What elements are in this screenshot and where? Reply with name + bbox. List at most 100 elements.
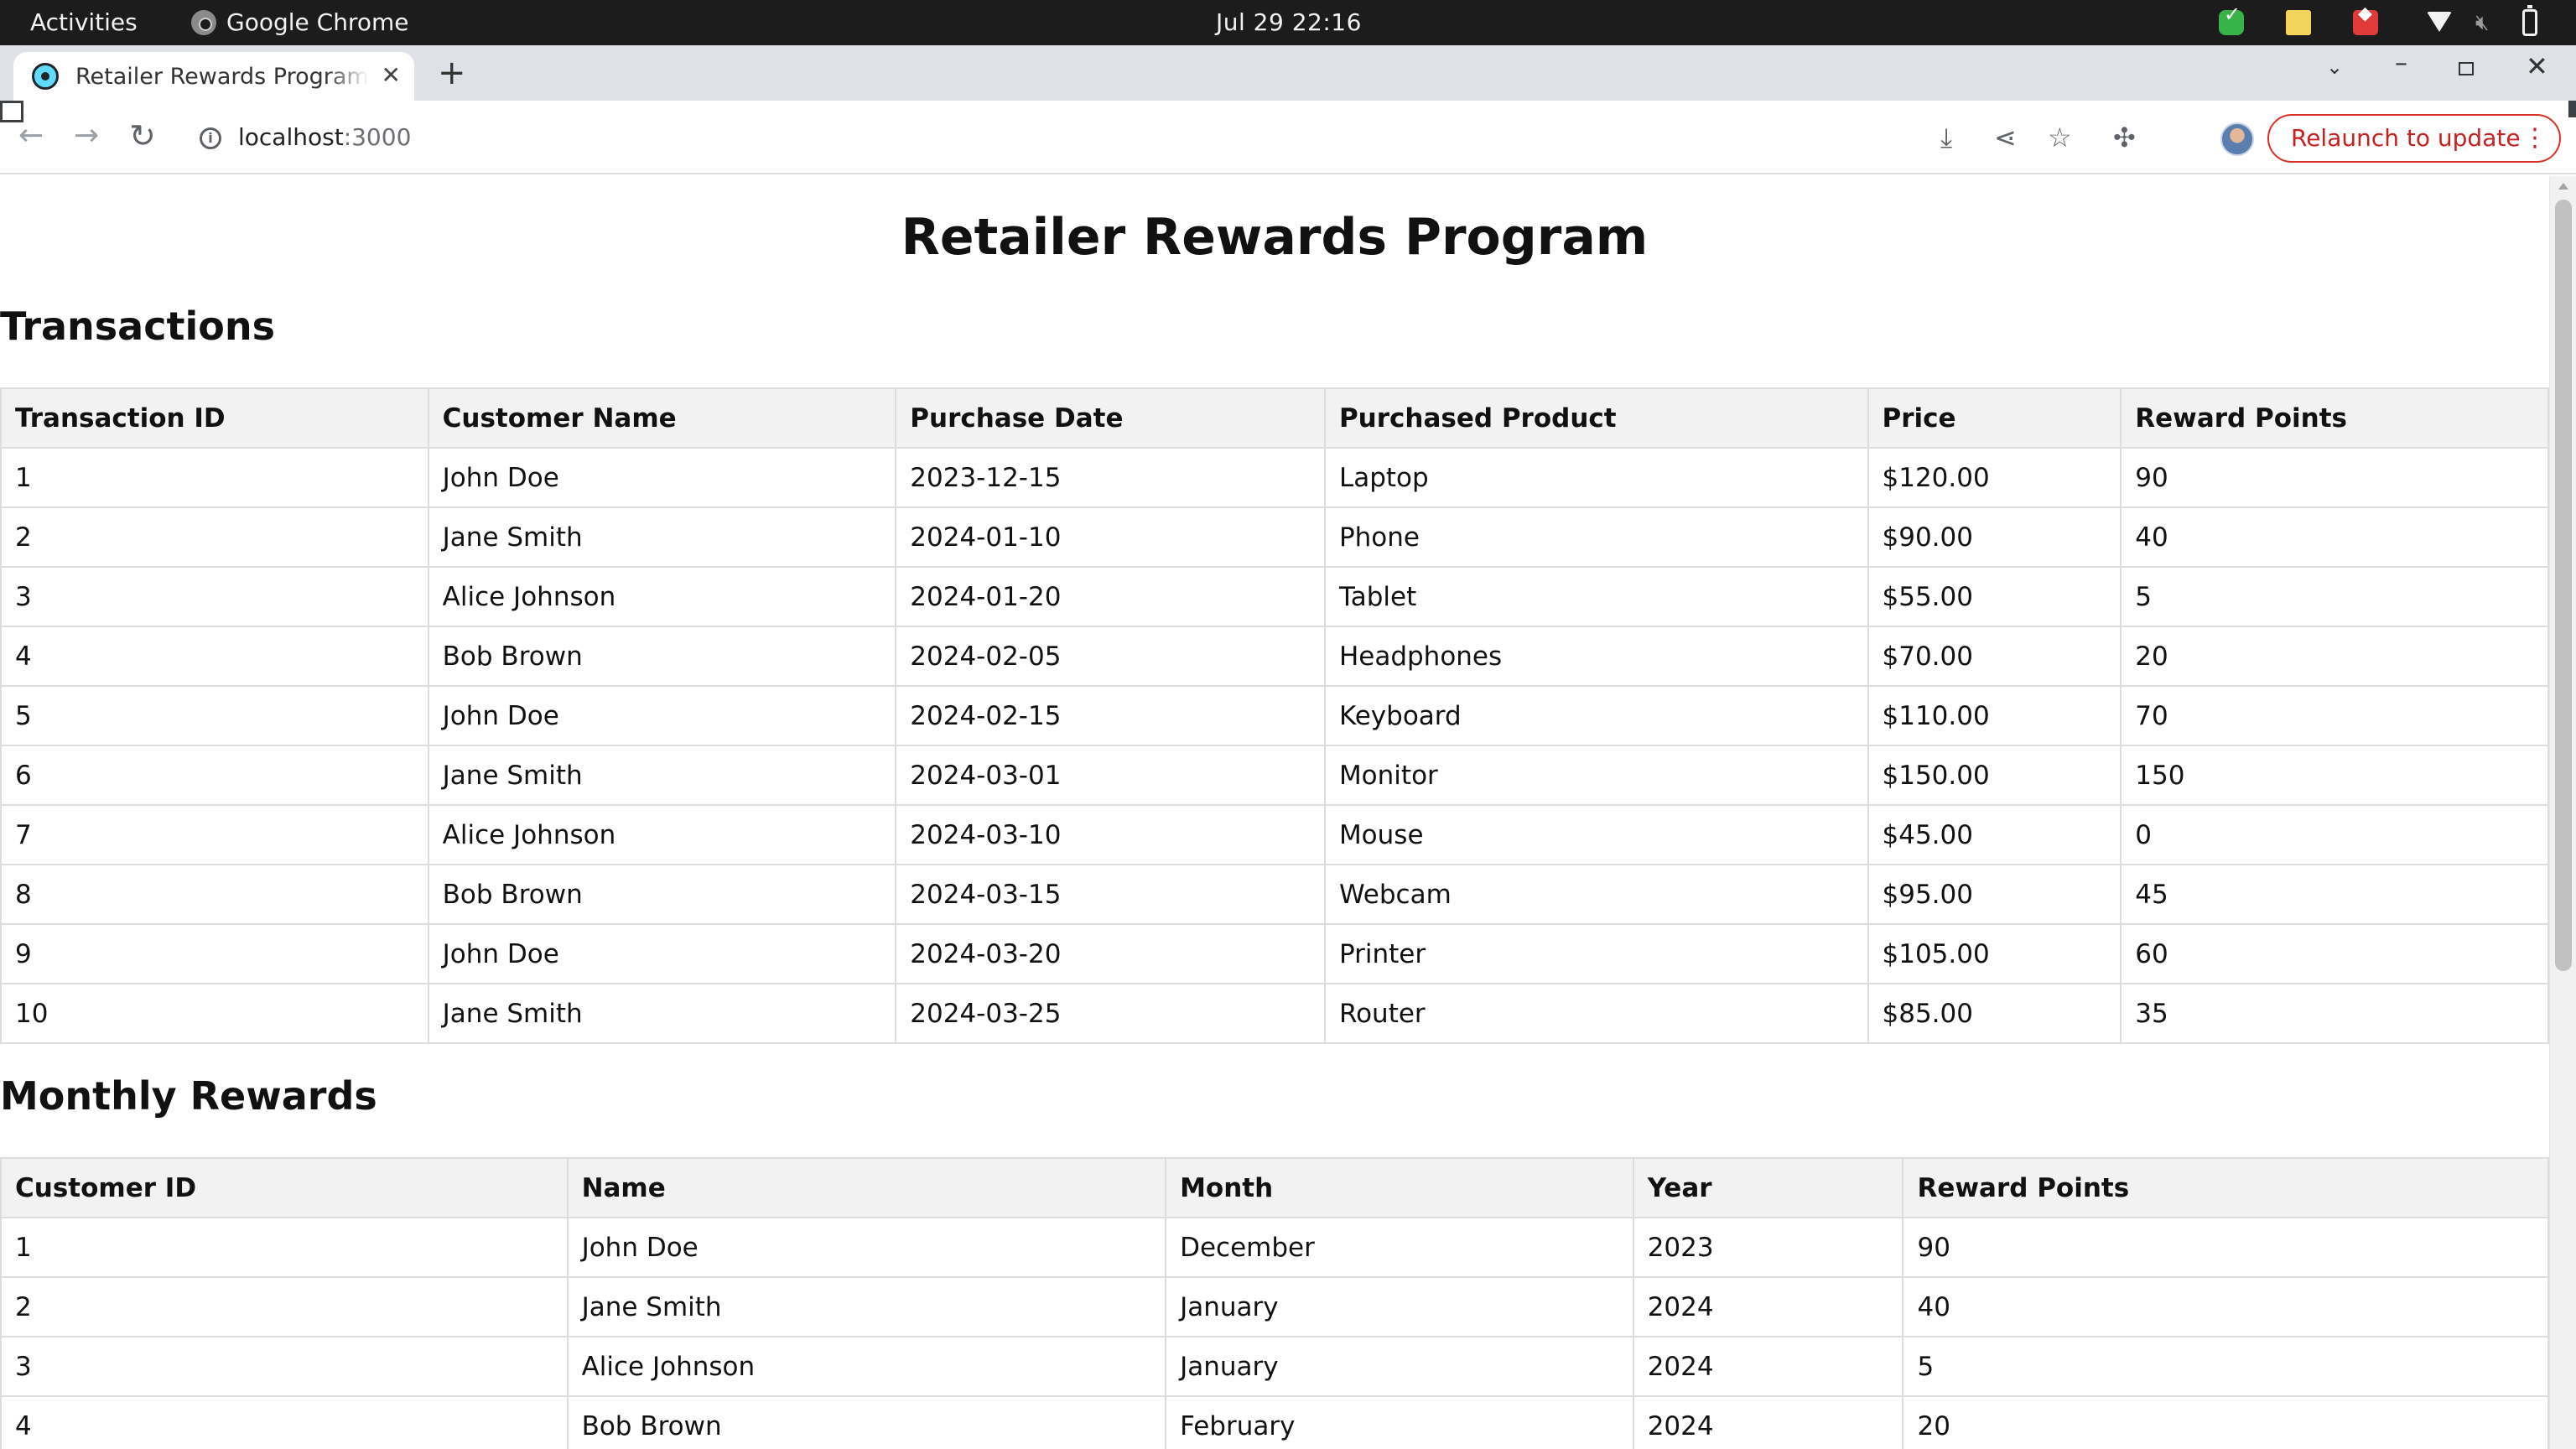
close-window-button[interactable]: ✕ — [2526, 50, 2548, 82]
table-cell: Monitor — [1323, 745, 1869, 806]
table-cell: 90 — [2120, 447, 2549, 508]
tab-retailer-rewards[interactable]: Retailer Rewards Program ✕ — [13, 52, 414, 101]
table-cell: 1 — [0, 447, 429, 508]
react-favicon-icon — [32, 63, 59, 90]
table-row: 8 Bob Brown 2024-03-15 Webcam $95.00 45 — [0, 864, 2549, 925]
table-cell: 4 — [0, 626, 429, 687]
table-cell: $105.00 — [1867, 923, 2122, 984]
app-menu[interactable]: Google Chrome — [191, 0, 408, 45]
table-cell: John Doe — [566, 1217, 1167, 1278]
close-tab-icon[interactable]: ✕ — [382, 62, 401, 89]
table-row: 9 John Doe 2024-03-20 Printer $105.00 60 — [0, 923, 2549, 984]
table-cell: 2023-12-15 — [895, 447, 1326, 508]
security-shield-icon[interactable] — [2219, 3, 2244, 35]
address-bar[interactable]: localhost:3000 — [238, 121, 411, 154]
table-cell: Bob Brown — [566, 1395, 1167, 1449]
table-cell: John Doe — [427, 447, 897, 508]
table-header-row: Customer ID Name Month Year Reward Points — [0, 1157, 2549, 1218]
table-cell: 3 — [0, 1336, 569, 1397]
wifi-icon[interactable] — [2427, 10, 2452, 35]
extensions-puzzle-icon[interactable]: ✣ — [2113, 121, 2136, 154]
relaunch-to-update-button[interactable]: Relaunch to update ⋮ — [2267, 114, 2561, 163]
table-cell: $55.00 — [1867, 566, 2122, 627]
table-cell: 2024-03-01 — [895, 745, 1326, 806]
share-icon[interactable]: ⋖ — [1994, 121, 2017, 154]
table-cell: $90.00 — [1867, 506, 2122, 568]
back-arrow-icon[interactable]: ← — [18, 117, 44, 154]
remote-desktop-icon[interactable] — [2353, 3, 2378, 35]
forward-arrow-icon[interactable]: → — [74, 117, 99, 154]
table-cell: 5 — [0, 685, 429, 746]
table-cell: January — [1165, 1276, 1634, 1337]
table-cell: 9 — [0, 923, 429, 984]
restore-window-button[interactable] — [2459, 62, 2474, 75]
table-cell: 60 — [2120, 923, 2549, 984]
reload-icon[interactable]: ↻ — [129, 117, 156, 154]
table-cell: 2024-02-05 — [895, 626, 1326, 687]
minimize-window-button[interactable]: – — [2395, 49, 2407, 78]
table-row: 7 Alice Johnson 2024-03-10 Mouse $45.00 0 — [0, 804, 2549, 865]
monthly-rewards-table: Customer ID Name Month Year Reward Points 1J… — [0, 1157, 2549, 1449]
scrollbar-thumb[interactable] — [2555, 200, 2572, 971]
table-cell: Laptop — [1323, 447, 1869, 508]
activities-button[interactable]: Activities — [30, 0, 138, 45]
column-header: Customer Name — [427, 387, 897, 449]
table-cell: 2024-03-10 — [895, 804, 1326, 865]
volume-muted-icon[interactable]: 🔇︎ — [2475, 10, 2501, 35]
tab-search-chevron-icon[interactable]: ⌄ — [2326, 55, 2343, 79]
table-cell: $150.00 — [1867, 745, 2122, 806]
page-viewport: Retailer Rewards Program Transactions Tr… — [0, 176, 2549, 1449]
column-header: Customer ID — [0, 1157, 569, 1218]
table-cell: Jane Smith — [427, 506, 897, 568]
scroll-up-arrow-icon[interactable] — [2558, 183, 2568, 190]
battery-icon[interactable] — [2522, 5, 2537, 36]
profile-avatar[interactable] — [2220, 122, 2254, 156]
table-cell: 5 — [1902, 1336, 2549, 1397]
site-info-icon[interactable]: i — [200, 127, 221, 149]
table-cell: 2024-03-25 — [895, 983, 1326, 1044]
table-cell: $120.00 — [1867, 447, 2122, 508]
table-cell: 2024-03-15 — [895, 864, 1326, 925]
table-cell: Tablet — [1323, 566, 1869, 627]
transactions-table: Transaction ID Customer Name Purchase Date… — [0, 387, 2549, 1044]
relaunch-label: Relaunch to update — [2291, 124, 2521, 152]
system-top-bar: Activities Google Chrome Jul 29 22:16 🔇︎ — [0, 0, 2576, 45]
table-cell: 20 — [1902, 1395, 2549, 1449]
column-header: Transaction ID — [0, 387, 429, 449]
column-header: Price — [1867, 387, 2122, 449]
table-cell: Alice Johnson — [427, 804, 897, 865]
table-cell: Phone — [1323, 506, 1869, 568]
more-menu-icon[interactable]: ⋮ — [2522, 116, 2547, 161]
table-cell: Bob Brown — [427, 864, 897, 925]
sticky-notes-icon[interactable] — [2286, 10, 2311, 35]
table-cell: 7 — [0, 804, 429, 865]
table-cell: $95.00 — [1867, 864, 2122, 925]
column-header: Purchased Product — [1323, 387, 1869, 449]
column-header: Month — [1165, 1157, 1634, 1218]
new-tab-button[interactable]: + — [438, 54, 466, 92]
table-row: 2 Jane Smith January 2024 40 — [0, 1276, 2549, 1337]
table-cell: December — [1165, 1217, 1634, 1278]
table-cell: 2 — [0, 1276, 569, 1337]
table-cell: 1 — [0, 1217, 569, 1278]
table-cell: 2024-01-10 — [895, 506, 1326, 568]
table-cell: Router — [1323, 983, 1869, 1044]
table-cell: Headphones — [1323, 626, 1869, 687]
table-cell: 8 — [0, 864, 429, 925]
table-cell: 2024 — [1632, 1276, 1904, 1337]
column-header: Reward Points — [1902, 1157, 2549, 1218]
table-cell: 2 — [0, 506, 429, 568]
table-header-row: Transaction ID Customer Name Purchase Date… — [0, 387, 2549, 449]
table-cell: January — [1165, 1336, 1634, 1397]
table-row: 3 Alice Johnson 2024-01-20 Tablet $55.00 5 — [0, 566, 2549, 627]
install-app-icon[interactable]: ⤓ — [1940, 121, 1952, 154]
page-scrollbar[interactable] — [2549, 176, 2576, 1449]
table-row: 6 Jane Smith 2024-03-01 Monitor $150.00 150 — [0, 745, 2549, 806]
table-cell: Jane Smith — [427, 983, 897, 1044]
table-cell: February — [1165, 1395, 1634, 1449]
clock[interactable]: Jul 29 22:16 — [1216, 0, 1362, 45]
table-cell: Jane Smith — [566, 1276, 1167, 1337]
bookmark-star-icon[interactable]: ☆ — [2048, 121, 2072, 154]
table-row: 1 John Doe 2023-12-15 Laptop $120.00 90 — [0, 447, 2549, 508]
table-cell: John Doe — [427, 685, 897, 746]
